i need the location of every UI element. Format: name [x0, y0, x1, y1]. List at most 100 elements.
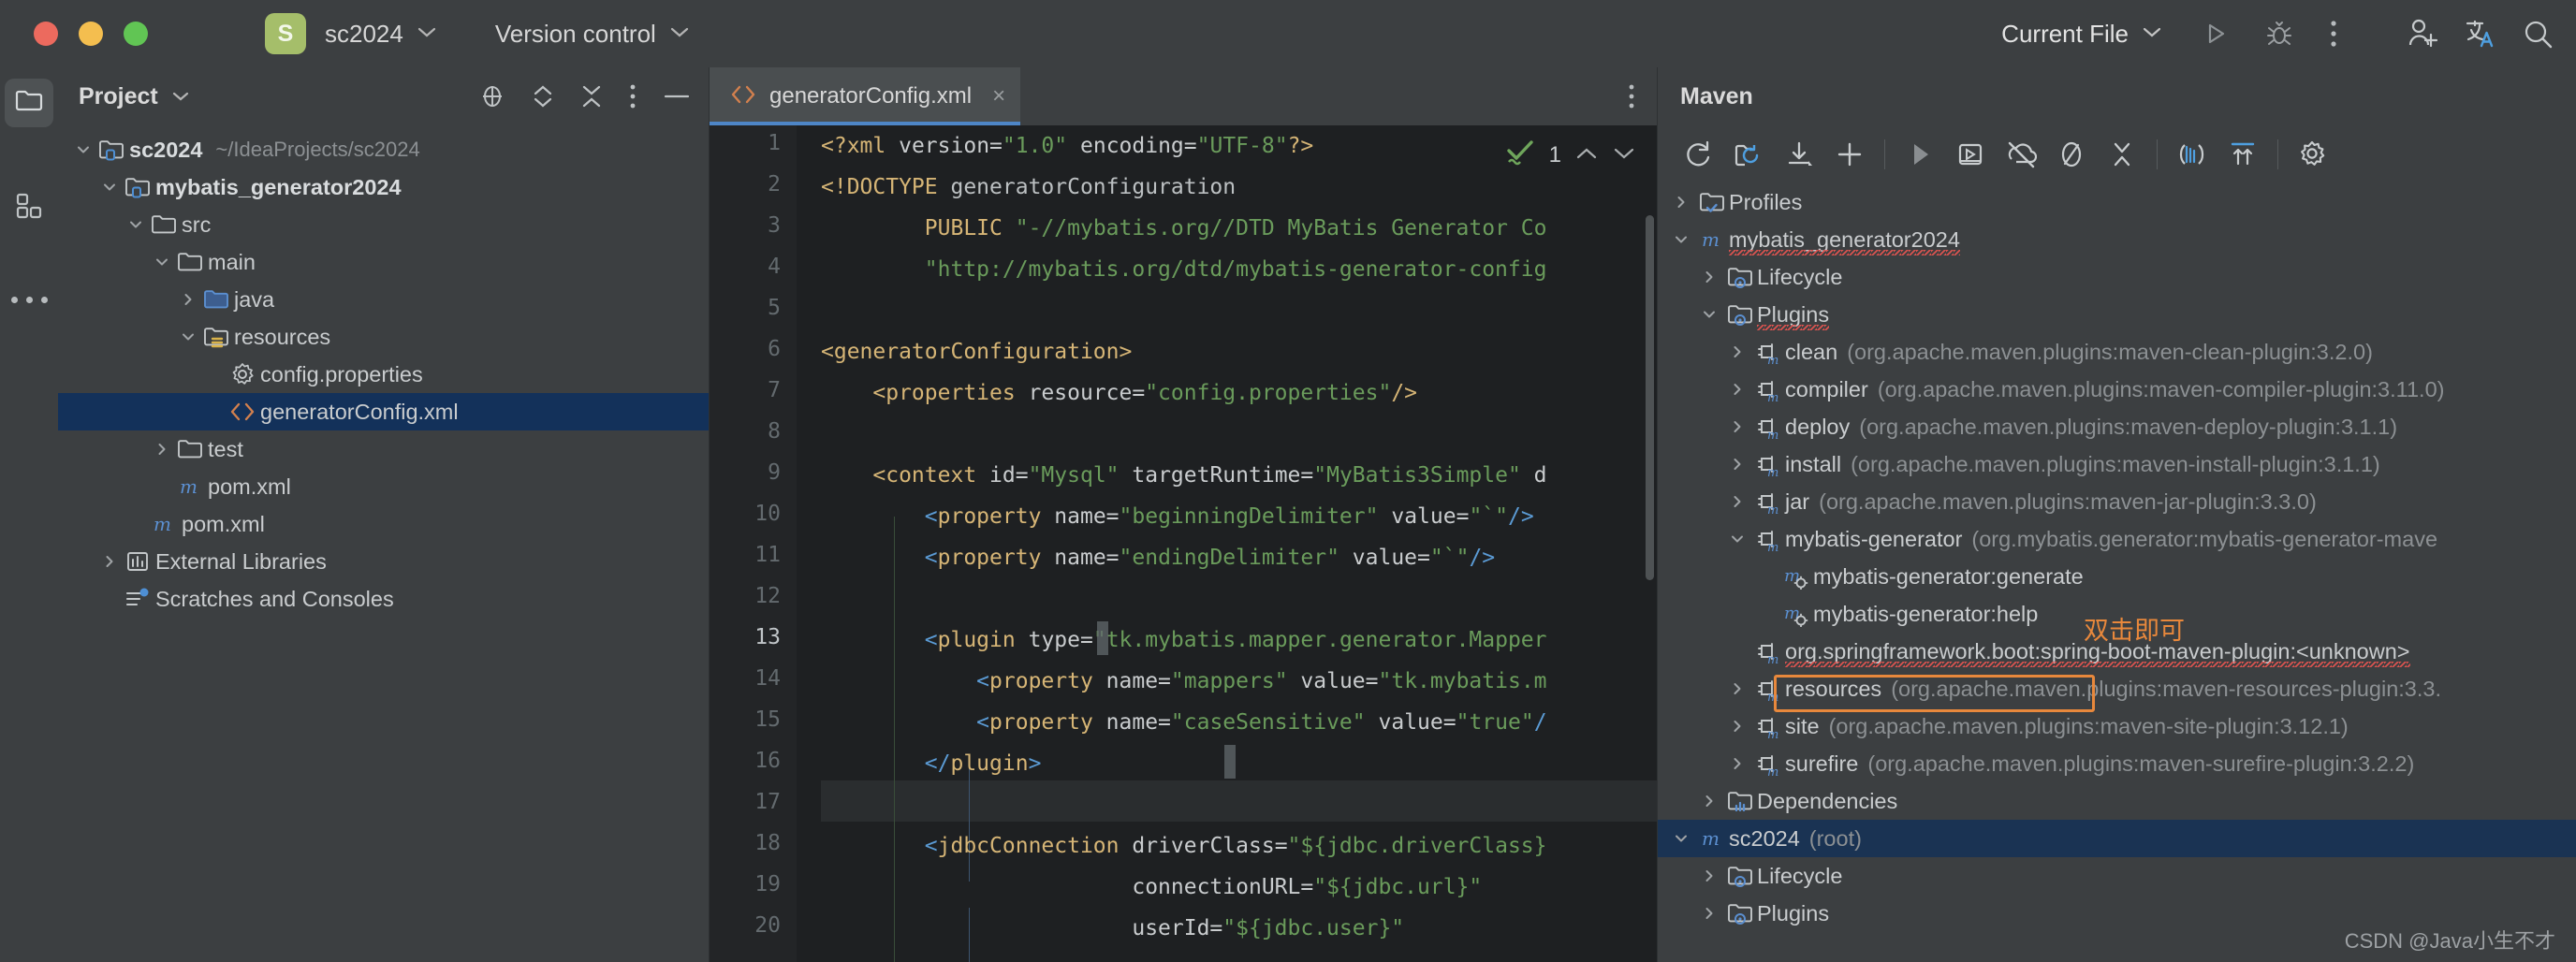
show-dependencies-icon[interactable]: [2167, 129, 2217, 180]
options-icon[interactable]: [628, 82, 637, 110]
project-tree-item[interactable]: java: [58, 281, 709, 318]
expand-collapse-icon[interactable]: [531, 82, 555, 110]
project-tree-item[interactable]: src: [58, 206, 709, 243]
settings-icon[interactable]: [2288, 129, 2338, 180]
chevron-down-icon[interactable]: [1612, 143, 1636, 168]
execute-goal-icon[interactable]: [1945, 129, 1996, 180]
maven-tree[interactable]: Profiles m mybatis_generator2024 Lifecycle P…: [1658, 183, 2576, 932]
minimize-window-button[interactable]: [79, 22, 103, 46]
chevron-down-icon[interactable]: [171, 87, 190, 107]
search-icon[interactable]: [2522, 18, 2554, 50]
tab-generatorConfig-xml[interactable]: generatorConfig.xml ×: [710, 67, 1021, 125]
maven-tree-item[interactable]: m mybatis_generator2024: [1658, 221, 2576, 258]
close-window-button[interactable]: [34, 22, 58, 46]
maven-tree-item[interactable]: Plugins: [1658, 296, 2576, 333]
window-controls[interactable]: [34, 22, 148, 46]
chevron-right-icon[interactable]: [1723, 680, 1751, 697]
project-tree-item[interactable]: mybatis_generator2024: [58, 168, 709, 206]
toggle-skip-tests-icon[interactable]: [2046, 129, 2097, 180]
project-tree-item[interactable]: m pom.xml: [58, 505, 709, 543]
project-tree-item[interactable]: Scratches and Consoles: [58, 580, 709, 618]
chevron-down-icon[interactable]: [176, 328, 200, 345]
maven-tree-item[interactable]: m jar (org.apache.maven.plugins:maven-jar-…: [1658, 483, 2576, 520]
chevron-up-icon[interactable]: [1574, 143, 1599, 168]
reload-project-icon[interactable]: [1723, 129, 1774, 180]
expand-icon[interactable]: [2217, 129, 2268, 180]
chevron-right-icon[interactable]: [1723, 343, 1751, 360]
debug-icon[interactable]: [2265, 20, 2293, 48]
run-icon[interactable]: [1895, 129, 1945, 180]
chevron-right-icon[interactable]: [1695, 867, 1723, 884]
code-text-area[interactable]: <?xml version="1.0" encoding="UTF-8"?> <…: [821, 125, 1657, 962]
translate-icon[interactable]: [2464, 18, 2497, 50]
chevron-right-icon[interactable]: [150, 441, 174, 458]
editor-vertical-scrollbar[interactable]: [1646, 215, 1654, 580]
run-icon[interactable]: [2202, 20, 2230, 48]
project-tree-item[interactable]: External Libraries: [58, 543, 709, 580]
chevron-right-icon[interactable]: [1695, 269, 1723, 285]
download-sources-icon[interactable]: [1774, 129, 1824, 180]
collapse-all-icon[interactable]: [2097, 129, 2147, 180]
chevron-right-icon[interactable]: [1723, 718, 1751, 735]
project-tree-item[interactable]: sc2024 ~/IdeaProjects/sc2024: [58, 131, 709, 168]
chevron-down-icon[interactable]: [71, 141, 95, 158]
maven-tree-item[interactable]: m deploy (org.apache.maven.plugins:maven-d…: [1658, 408, 2576, 445]
chevron-right-icon[interactable]: [1723, 755, 1751, 772]
sidebar-item-bookmarks[interactable]: [0, 178, 58, 238]
project-tree-item[interactable]: main: [58, 243, 709, 281]
maven-tree-item[interactable]: m mybatis-generator:generate: [1658, 558, 2576, 595]
chevron-down-icon[interactable]: [1723, 531, 1751, 547]
chevron-right-icon[interactable]: [1667, 194, 1695, 211]
maven-tree-item[interactable]: m site (org.apache.maven.plugins:maven-sit…: [1658, 707, 2576, 745]
code-editor[interactable]: 1 2 3 4 5 6 7 8 9 10 11 12 13 14 15 16 17 18 19 20 <?xml ve…: [710, 125, 1657, 962]
add-user-icon[interactable]: [2406, 18, 2439, 50]
maven-tree-item[interactable]: Dependencies: [1658, 782, 2576, 820]
chevron-right-icon[interactable]: [1723, 493, 1751, 510]
collapse-all-icon[interactable]: [579, 82, 604, 110]
chevron-right-icon[interactable]: [1695, 905, 1723, 922]
maven-tree-item-selected[interactable]: m sc2024 (root): [1658, 820, 2576, 857]
maven-tree-item[interactable]: Lifecycle: [1658, 258, 2576, 296]
chevron-down-icon[interactable]: [2142, 23, 2162, 44]
maven-tree-item[interactable]: Profiles: [1658, 183, 2576, 221]
chevron-right-icon[interactable]: [176, 291, 200, 308]
chevron-down-icon[interactable]: [1667, 830, 1695, 847]
chevron-right-icon[interactable]: [1695, 793, 1723, 809]
maven-tree-item[interactable]: m surefire (org.apache.maven.plugins:maven…: [1658, 745, 2576, 782]
hide-icon[interactable]: [662, 82, 692, 110]
maven-tree-item[interactable]: Lifecycle: [1658, 857, 2576, 895]
close-icon[interactable]: ×: [992, 83, 1005, 109]
chevron-down-icon[interactable]: [97, 179, 122, 196]
zoom-window-button[interactable]: [124, 22, 148, 46]
project-tree-item[interactable]: config.properties: [58, 356, 709, 393]
chevron-right-icon[interactable]: [1723, 418, 1751, 435]
chevron-right-icon[interactable]: [97, 553, 122, 570]
chevron-right-icon[interactable]: [1723, 381, 1751, 398]
project-tree-item-selected[interactable]: generatorConfig.xml: [58, 393, 709, 430]
chevron-down-icon[interactable]: [150, 254, 174, 270]
maven-tree-item[interactable]: m compiler (org.apache.maven.plugins:maven…: [1658, 371, 2576, 408]
sidebar-item-project[interactable]: [0, 73, 58, 133]
sidebar-item-more[interactable]: [0, 270, 58, 329]
inspection-widget[interactable]: 1: [1504, 137, 1636, 173]
project-switcher[interactable]: S sc2024: [265, 13, 437, 54]
fold-gutter[interactable]: [797, 125, 821, 962]
maven-tree-item[interactable]: m install (org.apache.maven.plugins:maven-…: [1658, 445, 2576, 483]
chevron-down-icon[interactable]: [124, 216, 148, 233]
chevron-down-icon[interactable]: [1667, 231, 1695, 248]
more-vertical-icon[interactable]: [2329, 19, 2338, 49]
locate-icon[interactable]: [478, 82, 506, 110]
project-tree-item[interactable]: m pom.xml: [58, 468, 709, 505]
reload-icon[interactable]: [1673, 129, 1723, 180]
maven-tree-item[interactable]: m mybatis-generator (org.mybatis.generator…: [1658, 520, 2576, 558]
maven-tree-item[interactable]: m clean (org.apache.maven.plugins:maven-cl…: [1658, 333, 2576, 371]
more-vertical-icon[interactable]: [1627, 67, 1657, 125]
chevron-right-icon[interactable]: [1723, 456, 1751, 473]
run-configuration-selector[interactable]: Current File: [2001, 20, 2129, 49]
project-tree-item[interactable]: test: [58, 430, 709, 468]
chevron-down-icon[interactable]: [1695, 306, 1723, 323]
add-icon[interactable]: [1824, 129, 1875, 180]
toggle-offline-icon[interactable]: [1996, 129, 2046, 180]
project-tree[interactable]: sc2024 ~/IdeaProjects/sc2024 mybatis_gener…: [58, 125, 709, 618]
version-control-menu[interactable]: Version control: [495, 20, 690, 49]
